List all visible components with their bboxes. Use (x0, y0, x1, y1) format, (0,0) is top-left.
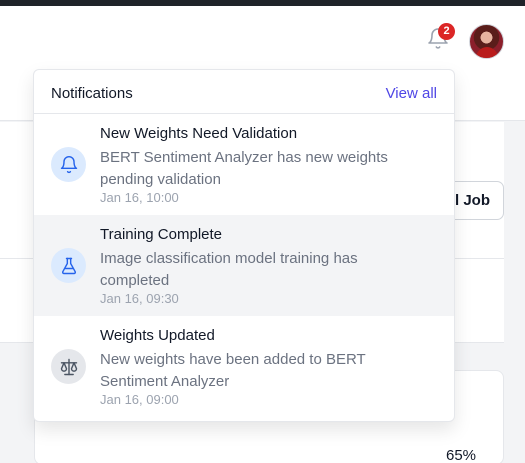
dropdown-header: Notifications View all (34, 70, 454, 114)
notification-body: BERT Sentiment Analyzer has new weights … (100, 149, 388, 188)
notifications-dropdown: Notifications View all New Weights Need … (33, 69, 455, 422)
notification-time: Jan 16, 10:00 (100, 190, 179, 205)
notification-time: Jan 16, 09:00 (100, 392, 179, 407)
notification-title: New Weights Need Validation (100, 125, 298, 142)
notification-item[interactable]: Weights Updated New weights have been ad… (34, 316, 454, 417)
bell-icon (51, 147, 86, 182)
flask-icon (51, 248, 86, 283)
notification-title: Weights Updated (100, 327, 215, 344)
progress-percent: 65% (446, 447, 477, 463)
notification-time: Jan 16, 09:30 (100, 291, 179, 306)
notification-item[interactable]: Training Complete Image classification m… (34, 215, 454, 316)
scale-icon (51, 349, 86, 384)
notification-title: Training Complete (100, 226, 222, 243)
view-all-link[interactable]: View all (386, 85, 437, 102)
notification-body: Image classification model training has … (100, 250, 358, 289)
notification-item[interactable]: New Weights Need Validation BERT Sentime… (34, 114, 454, 215)
notification-count-badge: 2 (438, 23, 455, 40)
notification-body: New weights have been added to BERT Sent… (100, 351, 366, 390)
dropdown-title: Notifications (51, 85, 133, 102)
user-avatar[interactable] (469, 24, 504, 59)
